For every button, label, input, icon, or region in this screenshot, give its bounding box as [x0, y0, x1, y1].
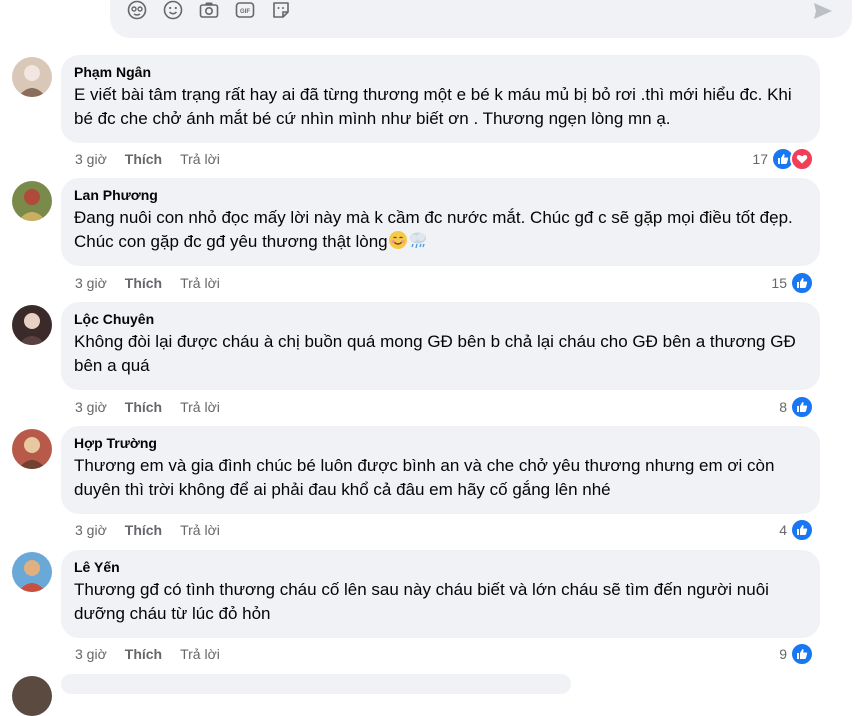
- comment-author[interactable]: Lê Yến: [74, 558, 808, 576]
- comment-bubble: Hợp Trường Thương em và gia đình chúc bé …: [61, 426, 820, 514]
- smiling-blush-emoji: [388, 230, 408, 250]
- comment-actions: 3 giờ Thích Trả lời: [75, 150, 238, 168]
- camera-icon[interactable]: [199, 0, 219, 20]
- comment-actions: 3 giờ Thích Trả lời: [75, 274, 238, 292]
- like-button[interactable]: Thích: [125, 646, 162, 662]
- svg-text:GIF: GIF: [240, 9, 250, 15]
- comment-composer[interactable]: GIF: [110, 0, 852, 38]
- reply-button[interactable]: Trả lời: [180, 399, 220, 415]
- composer-toolbar: GIF: [127, 0, 291, 20]
- like-reaction-icon: [790, 518, 814, 542]
- avatar-sticker-icon[interactable]: [127, 0, 147, 20]
- comment-author[interactable]: Hợp Trường: [74, 434, 808, 452]
- like-reaction-icon: [790, 271, 814, 295]
- comment-author[interactable]: Phạm Ngân: [74, 63, 808, 81]
- avatar[interactable]: [12, 181, 52, 221]
- comment-timestamp[interactable]: 3 giờ: [75, 646, 107, 662]
- like-reaction-icon: [790, 642, 814, 666]
- comment-text-content: E viết bài tâm trạng rất hay ai đã từng …: [74, 85, 792, 128]
- comment-author[interactable]: Lan Phương: [74, 186, 808, 204]
- comment-text: Không đòi lại được cháu à chị buồn quá m…: [74, 330, 808, 378]
- comment-timestamp[interactable]: 3 giờ: [75, 275, 107, 291]
- avatar[interactable]: [12, 57, 52, 97]
- reaction-count: 9: [779, 646, 787, 662]
- comment-timestamp[interactable]: 3 giờ: [75, 151, 107, 167]
- reaction-summary[interactable]: 17: [752, 147, 814, 171]
- comment-timestamp[interactable]: 3 giờ: [75, 399, 107, 415]
- comment-timestamp[interactable]: 3 giờ: [75, 522, 107, 538]
- reaction-summary[interactable]: 8: [779, 395, 814, 419]
- comment-text: E viết bài tâm trạng rất hay ai đã từng …: [74, 83, 808, 131]
- emoji-icon[interactable]: [163, 0, 183, 20]
- comment-actions: 3 giờ Thích Trả lời: [75, 521, 238, 539]
- comment-text: Thương gđ có tình thương cháu cố lên sau…: [74, 578, 808, 626]
- like-button[interactable]: Thích: [125, 275, 162, 291]
- send-icon[interactable]: [812, 0, 834, 22]
- comment-text-content: Không đòi lại được cháu à chị buồn quá m…: [74, 332, 796, 375]
- comment-text-content: Đang nuôi con nhỏ đọc mấy lời này mà k c…: [74, 208, 793, 251]
- avatar[interactable]: [12, 305, 52, 345]
- reply-button[interactable]: Trả lời: [180, 522, 220, 538]
- like-button[interactable]: Thích: [125, 399, 162, 415]
- reaction-summary[interactable]: 15: [771, 271, 814, 295]
- reply-button[interactable]: Trả lời: [180, 151, 220, 167]
- like-reaction-icon: [790, 395, 814, 419]
- comment-bubble: Lê Yến Thương gđ có tình thương cháu cố l…: [61, 550, 820, 638]
- comment-actions: 3 giờ Thích Trả lời: [75, 398, 238, 416]
- reaction-count: 8: [779, 399, 787, 415]
- comment-bubble: Lộc Chuyên Không đòi lại được cháu à chị …: [61, 302, 820, 390]
- reaction-summary[interactable]: 4: [779, 518, 814, 542]
- avatar[interactable]: [12, 676, 52, 716]
- comment-bubble: Lan Phương Đang nuôi con nhỏ đọc mấy lời …: [61, 178, 820, 266]
- avatar[interactable]: [12, 429, 52, 469]
- like-button[interactable]: Thích: [125, 151, 162, 167]
- sticker-icon[interactable]: [271, 0, 291, 20]
- comment-actions: 3 giờ Thích Trả lời: [75, 645, 238, 663]
- like-button[interactable]: Thích: [125, 522, 162, 538]
- gif-icon[interactable]: GIF: [235, 0, 255, 20]
- comment-text-content: Thương gđ có tình thương cháu cố lên sau…: [74, 580, 769, 623]
- love-reaction-icon: [790, 147, 814, 171]
- comment-author[interactable]: Lộc Chuyên: [74, 310, 808, 328]
- comment-text: Đang nuôi con nhỏ đọc mấy lời này mà k c…: [74, 206, 808, 254]
- sweat-tears-emoji: [408, 230, 428, 250]
- comment-text: Thương em và gia đình chúc bé luôn được …: [74, 454, 808, 502]
- reaction-summary[interactable]: 9: [779, 642, 814, 666]
- reaction-count: 17: [752, 151, 768, 167]
- reaction-count: 15: [771, 275, 787, 291]
- next-comment-partial: [61, 674, 571, 694]
- reply-button[interactable]: Trả lời: [180, 275, 220, 291]
- comment-text-content: Thương em và gia đình chúc bé luôn được …: [74, 456, 775, 499]
- reaction-count: 4: [779, 522, 787, 538]
- avatar[interactable]: [12, 552, 52, 592]
- reply-button[interactable]: Trả lời: [180, 646, 220, 662]
- comment-bubble: Phạm Ngân E viết bài tâm trạng rất hay ai…: [61, 55, 820, 143]
